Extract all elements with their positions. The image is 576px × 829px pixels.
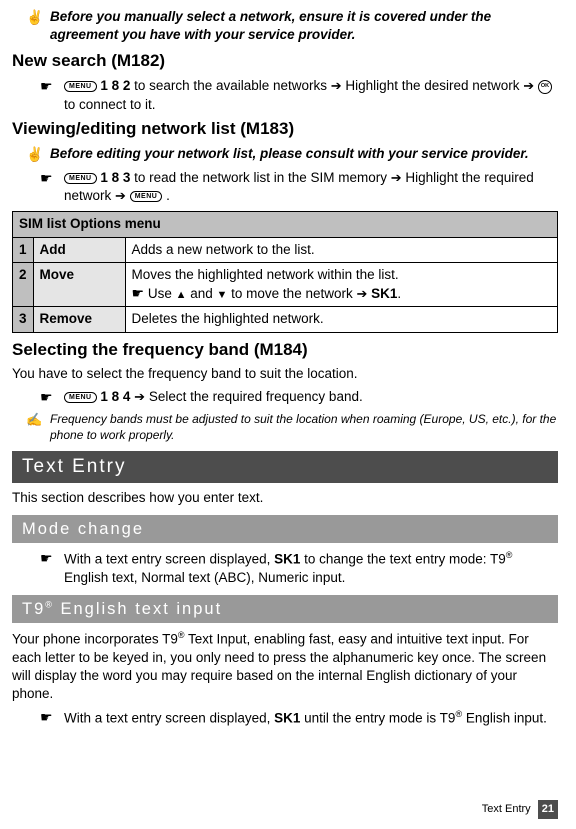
step-m183: ☛ MENU 1 8 3 to read the network list in… [12, 169, 558, 205]
section-t9-input: T9® English text input [12, 595, 558, 623]
footer-label: Text Entry [482, 803, 531, 815]
hand-icon: ✌ [26, 145, 44, 163]
arrow-icon: ➔ [523, 78, 534, 93]
step-text: With a text entry screen displayed, SK1 … [64, 708, 558, 728]
note-manual-select: ✌ Before you manually select a network, … [12, 8, 558, 44]
reg-mark: ® [45, 599, 54, 609]
arrow-icon: ➔ [115, 188, 126, 203]
up-icon [176, 286, 187, 301]
pointer-icon: ☛ [40, 388, 58, 407]
step-text: MENU 1 8 3 to read the network list in t… [64, 169, 558, 205]
table-row: 3 Remove Deletes the highlighted network… [13, 307, 558, 332]
note-text: Before editing your network list, please… [50, 145, 529, 163]
note-view-edit: ✌ Before editing your network list, plea… [12, 145, 558, 163]
note-text: Before you manually select a network, en… [50, 8, 558, 44]
t9-body: Your phone incorporates T9® Text Input, … [12, 629, 558, 703]
freq-note: ✍ Frequency bands must be adjusted to su… [12, 411, 558, 443]
step-text: MENU 1 8 2 to search the available netwo… [64, 77, 558, 113]
table-title: SIM list Options menu [13, 212, 558, 237]
step-mode-change: ☛ With a text entry screen displayed, SK… [12, 549, 558, 587]
menu-icon: MENU [64, 81, 97, 92]
row-name: Move [33, 262, 125, 306]
row-num: 2 [13, 262, 34, 306]
step-m184: ☛ MENU 1 8 4 ➔ Select the required frequ… [12, 388, 558, 407]
pointer-icon: ☛ [40, 169, 58, 205]
table-row: 1 Add Adds a new network to the list. [13, 237, 558, 262]
info-icon: ✍ [26, 411, 44, 443]
section-text-entry: Text Entry [12, 451, 558, 483]
menu-icon: MENU [64, 392, 97, 403]
hand-icon: ✌ [26, 8, 44, 44]
pointer-icon: ☛ [40, 708, 58, 728]
row-desc: Moves the highlighted network within the… [125, 262, 557, 306]
heading-freq-band: Selecting the frequency band (M184) [12, 339, 558, 362]
menu-icon: MENU [64, 173, 97, 184]
pointer-icon: ☛ [40, 77, 58, 113]
heading-new-search: New search (M182) [12, 50, 558, 73]
reg-mark: ® [178, 630, 185, 640]
heading-view-edit: Viewing/editing network list (M183) [12, 118, 558, 141]
step-m182: ☛ MENU 1 8 2 to search the available net… [12, 77, 558, 113]
table-row: 2 Move Moves the highlighted network wit… [13, 262, 558, 306]
arrow-icon: ➔ [356, 286, 367, 301]
row-name: Add [33, 237, 125, 262]
sim-options-table: SIM list Options menu 1 Add Adds a new n… [12, 211, 558, 332]
down-icon [217, 286, 228, 301]
row-desc: Adds a new network to the list. [125, 237, 557, 262]
arrow-icon: ➔ [331, 78, 342, 93]
ok-icon: OK [538, 80, 552, 94]
row-num: 3 [13, 307, 34, 332]
note-text: Frequency bands must be adjusted to suit… [50, 411, 558, 443]
step-text: MENU 1 8 4 ➔ Select the required frequen… [64, 388, 558, 407]
menu-icon: MENU [130, 191, 163, 202]
step-text: With a text entry screen displayed, SK1 … [64, 549, 558, 587]
page-number: 21 [538, 800, 558, 819]
pointer-icon: ☛ [40, 549, 58, 587]
pointer-icon: ☛ [132, 285, 145, 301]
row-desc: Deletes the highlighted network. [125, 307, 557, 332]
freq-intro: You have to select the frequency band to… [12, 365, 558, 383]
arrow-icon: ➔ [391, 170, 402, 185]
step-t9: ☛ With a text entry screen displayed, SK… [12, 708, 558, 728]
page-footer: Text Entry 21 [482, 800, 558, 819]
reg-mark: ® [506, 550, 513, 560]
text-entry-intro: This section describes how you enter tex… [12, 489, 558, 507]
row-name: Remove [33, 307, 125, 332]
section-mode-change: Mode change [12, 515, 558, 543]
row-num: 1 [13, 237, 34, 262]
arrow-icon: ➔ [134, 389, 145, 404]
